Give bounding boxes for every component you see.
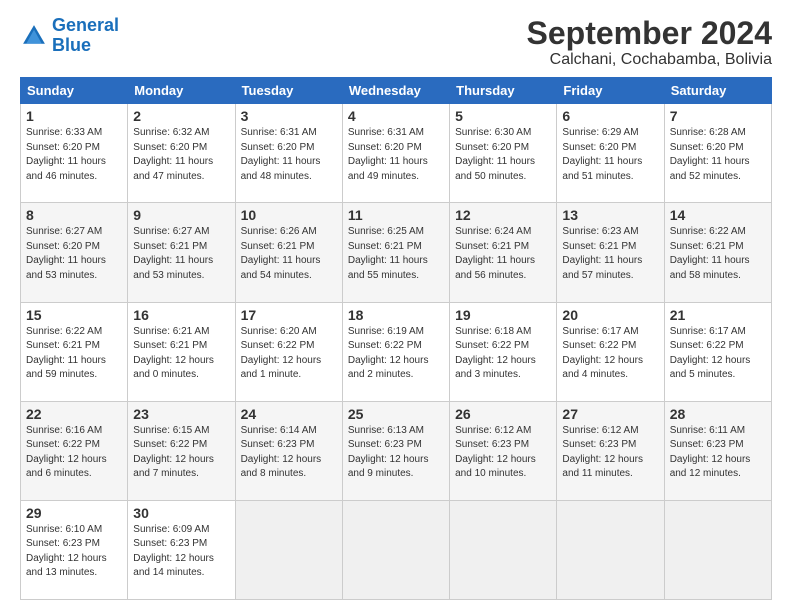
calendar-header-row: Sunday Monday Tuesday Wednesday Thursday…: [21, 78, 772, 104]
table-row: 29 Sunrise: 6:10 AMSunset: 6:23 PMDaylig…: [21, 500, 128, 599]
table-row: 23 Sunrise: 6:15 AMSunset: 6:22 PMDaylig…: [128, 401, 235, 500]
table-row: 25 Sunrise: 6:13 AMSunset: 6:23 PMDaylig…: [342, 401, 449, 500]
col-sunday: Sunday: [21, 78, 128, 104]
col-friday: Friday: [557, 78, 664, 104]
table-row: 21 Sunrise: 6:17 AMSunset: 6:22 PMDaylig…: [664, 302, 771, 401]
table-row: 26 Sunrise: 6:12 AMSunset: 6:23 PMDaylig…: [450, 401, 557, 500]
table-row: 6 Sunrise: 6:29 AMSunset: 6:20 PMDayligh…: [557, 104, 664, 203]
empty-cell: [664, 500, 771, 599]
table-row: 3 Sunrise: 6:31 AMSunset: 6:20 PMDayligh…: [235, 104, 342, 203]
col-thursday: Thursday: [450, 78, 557, 104]
table-row: 16 Sunrise: 6:21 AMSunset: 6:21 PMDaylig…: [128, 302, 235, 401]
empty-cell: [557, 500, 664, 599]
table-row: 22 Sunrise: 6:16 AMSunset: 6:22 PMDaylig…: [21, 401, 128, 500]
table-row: 24 Sunrise: 6:14 AMSunset: 6:23 PMDaylig…: [235, 401, 342, 500]
table-row: 4 Sunrise: 6:31 AMSunset: 6:20 PMDayligh…: [342, 104, 449, 203]
empty-cell: [450, 500, 557, 599]
header: General Blue September 2024 Calchani, Co…: [20, 16, 772, 69]
table-row: 17 Sunrise: 6:20 AMSunset: 6:22 PMDaylig…: [235, 302, 342, 401]
page: General Blue September 2024 Calchani, Co…: [0, 0, 792, 612]
table-row: 10 Sunrise: 6:26 AMSunset: 6:21 PMDaylig…: [235, 203, 342, 302]
table-row: 5 Sunrise: 6:30 AMSunset: 6:20 PMDayligh…: [450, 104, 557, 203]
empty-cell: [235, 500, 342, 599]
table-row: 19 Sunrise: 6:18 AMSunset: 6:22 PMDaylig…: [450, 302, 557, 401]
logo: General Blue: [20, 16, 119, 56]
calendar-table: Sunday Monday Tuesday Wednesday Thursday…: [20, 77, 772, 600]
table-row: 13 Sunrise: 6:23 AMSunset: 6:21 PMDaylig…: [557, 203, 664, 302]
logo-icon: [20, 22, 48, 50]
logo-blue: Blue: [52, 35, 91, 55]
subtitle: Calchani, Cochabamba, Bolivia: [527, 51, 772, 69]
table-row: 2 Sunrise: 6:32 AMSunset: 6:20 PMDayligh…: [128, 104, 235, 203]
table-row: 18 Sunrise: 6:19 AMSunset: 6:22 PMDaylig…: [342, 302, 449, 401]
col-monday: Monday: [128, 78, 235, 104]
table-row: 11 Sunrise: 6:25 AMSunset: 6:21 PMDaylig…: [342, 203, 449, 302]
main-title: September 2024: [527, 16, 772, 51]
col-wednesday: Wednesday: [342, 78, 449, 104]
table-row: 8 Sunrise: 6:27 AMSunset: 6:20 PMDayligh…: [21, 203, 128, 302]
logo-general: General: [52, 15, 119, 35]
table-row: 7 Sunrise: 6:28 AMSunset: 6:20 PMDayligh…: [664, 104, 771, 203]
col-tuesday: Tuesday: [235, 78, 342, 104]
table-row: 15 Sunrise: 6:22 AMSunset: 6:21 PMDaylig…: [21, 302, 128, 401]
table-row: 28 Sunrise: 6:11 AMSunset: 6:23 PMDaylig…: [664, 401, 771, 500]
table-row: 1Sunrise: 6:33 AMSunset: 6:20 PMDaylight…: [21, 104, 128, 203]
title-block: September 2024 Calchani, Cochabamba, Bol…: [527, 16, 772, 69]
empty-cell: [342, 500, 449, 599]
logo-text: General Blue: [52, 16, 119, 56]
col-saturday: Saturday: [664, 78, 771, 104]
table-row: 20 Sunrise: 6:17 AMSunset: 6:22 PMDaylig…: [557, 302, 664, 401]
table-row: 14 Sunrise: 6:22 AMSunset: 6:21 PMDaylig…: [664, 203, 771, 302]
table-row: 9 Sunrise: 6:27 AMSunset: 6:21 PMDayligh…: [128, 203, 235, 302]
table-row: 30 Sunrise: 6:09 AMSunset: 6:23 PMDaylig…: [128, 500, 235, 599]
table-row: 27 Sunrise: 6:12 AMSunset: 6:23 PMDaylig…: [557, 401, 664, 500]
table-row: 12 Sunrise: 6:24 AMSunset: 6:21 PMDaylig…: [450, 203, 557, 302]
